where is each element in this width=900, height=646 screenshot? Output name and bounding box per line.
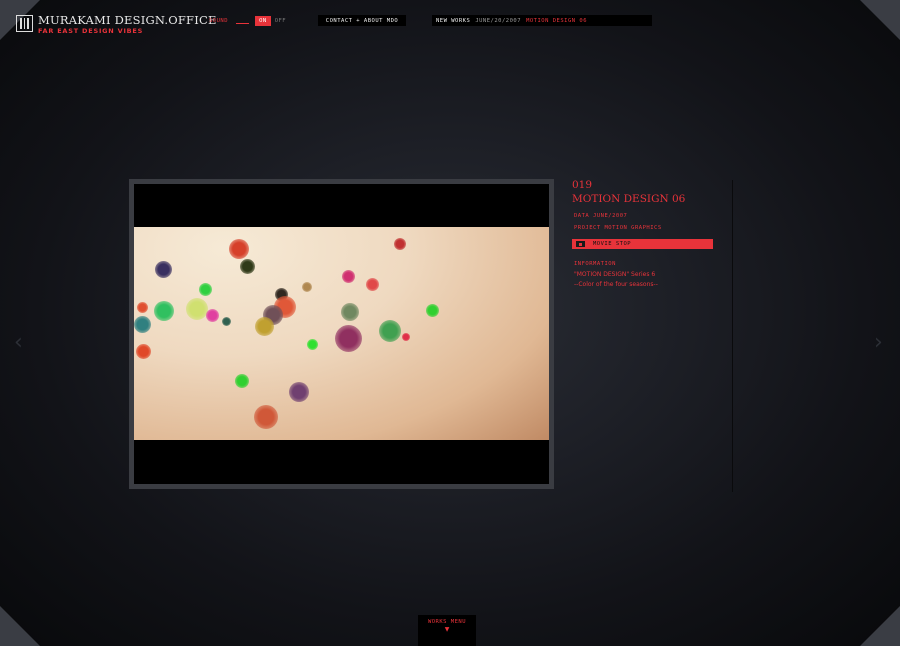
bokeh-dot xyxy=(154,301,174,321)
bokeh-dot xyxy=(306,338,318,350)
new-works-date: JUNE/20/2007 xyxy=(475,17,522,24)
bokeh-dot xyxy=(365,277,379,291)
bokeh-dot xyxy=(186,298,208,320)
movie-player[interactable] xyxy=(134,184,549,484)
bokeh-dot xyxy=(134,315,151,333)
work-date: DATA JUNE/2007 xyxy=(574,213,628,219)
panel-divider xyxy=(732,180,733,492)
sound-divider xyxy=(236,22,250,24)
corner-decoration xyxy=(0,606,40,646)
bokeh-dot xyxy=(135,343,151,359)
new-works-ticker[interactable]: NEW WORKS JUNE/20/2007 MOTION DESIGN 06 xyxy=(432,15,652,26)
bokeh-dot xyxy=(198,282,212,296)
corner-decoration xyxy=(860,0,900,40)
bokeh-dot xyxy=(379,320,401,342)
bokeh-dot xyxy=(205,308,219,322)
site-logo[interactable]: MURAKAMI DESIGN.OFFICE FAR EAST DESIGN V… xyxy=(16,14,217,35)
site-tagline: FAR EAST DESIGN VIBES xyxy=(38,27,144,35)
work-title: MOTION DESIGN 06 xyxy=(572,193,686,205)
bokeh-dot xyxy=(254,316,274,336)
new-works-label: NEW WORKS xyxy=(436,17,471,24)
site-title: MURAKAMI DESIGN.OFFICE xyxy=(38,13,217,27)
bokeh-dot xyxy=(254,405,278,429)
bokeh-dot xyxy=(239,258,255,274)
logo-grid-icon xyxy=(16,15,33,32)
work-project: PROJECT MOTION GRAPHICS xyxy=(574,225,662,231)
bokeh-dot xyxy=(341,303,359,321)
new-works-title[interactable]: MOTION DESIGN 06 xyxy=(526,18,587,24)
information-heading: INFORMATION xyxy=(574,261,616,267)
works-menu-button[interactable]: WORKS MENU ▼ xyxy=(418,615,476,646)
sound-on-button[interactable]: ON xyxy=(255,16,271,26)
bokeh-dot xyxy=(394,238,406,250)
movie-frame xyxy=(134,227,549,440)
sound-off-button[interactable]: OFF xyxy=(271,16,290,26)
chevron-left-icon[interactable]: ‹ xyxy=(14,332,23,354)
bokeh-dot xyxy=(302,282,312,292)
movie-stop-label: MOVIE STOP xyxy=(593,241,632,247)
bokeh-dot xyxy=(341,269,355,283)
bokeh-dot xyxy=(289,382,309,402)
bokeh-dot xyxy=(402,333,410,341)
bokeh-dot xyxy=(154,260,172,278)
sound-toggle: SOUND ON OFF xyxy=(209,16,290,26)
chevron-right-icon[interactable]: › xyxy=(874,332,883,354)
movie-stop-button[interactable]: MOVIE STOP xyxy=(572,239,713,249)
work-info-panel: 019 MOTION DESIGN 06 DATA JUNE/2007 PROJ… xyxy=(572,179,714,290)
sound-label: SOUND xyxy=(209,18,229,24)
bokeh-dot xyxy=(425,303,439,317)
chevron-down-icon: ▼ xyxy=(444,626,450,633)
bokeh-dot xyxy=(235,374,249,388)
bokeh-dot xyxy=(229,239,249,259)
stop-icon xyxy=(576,241,585,247)
work-number: 019 xyxy=(572,179,593,191)
work-description-line2: --Color of the four seasons-- xyxy=(574,281,658,288)
works-menu-label: WORKS MENU xyxy=(427,619,467,625)
bokeh-dot xyxy=(334,324,362,352)
corner-decoration xyxy=(860,606,900,646)
work-description-line1: "MOTION DESIGN" Series 6 xyxy=(574,271,656,278)
bokeh-dot xyxy=(136,301,148,313)
bokeh-dot xyxy=(221,316,231,326)
contact-about-link[interactable]: CONTACT + ABOUT MDO xyxy=(318,15,406,26)
